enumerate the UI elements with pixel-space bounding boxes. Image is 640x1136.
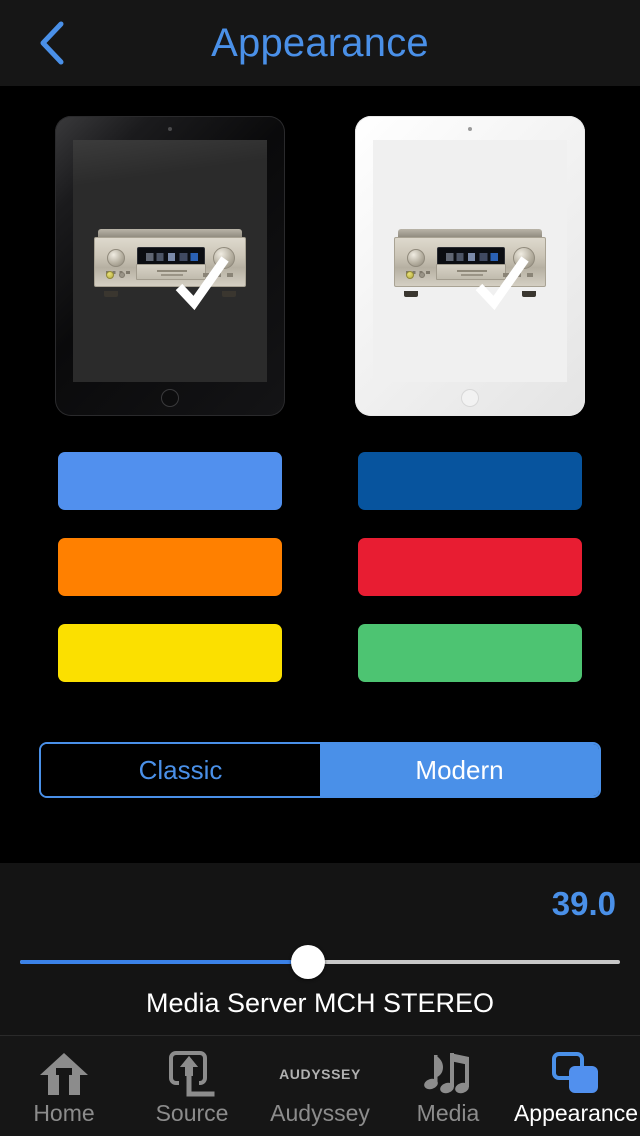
- music-notes-icon: [421, 1047, 475, 1101]
- volume-value: 39.0: [551, 885, 616, 922]
- chevron-left-icon: [37, 20, 67, 66]
- tab-bar: Home Source AUDYSSEY Audyssey Media Appe…: [0, 1035, 640, 1136]
- segment-modern[interactable]: Modern: [320, 744, 599, 796]
- tab-label-media: Media: [416, 1100, 480, 1126]
- color-swatch-yellow[interactable]: [58, 624, 282, 682]
- screen-glare: [73, 140, 267, 188]
- appearance-content: Classic Modern: [0, 86, 640, 862]
- style-segmented-control[interactable]: Classic Modern: [39, 742, 601, 798]
- home-button-icon: [161, 389, 179, 407]
- back-button[interactable]: [20, 0, 84, 86]
- receiver-illustration-light: [394, 229, 546, 310]
- source-status-label: Media Server MCH STEREO: [145, 988, 495, 1018]
- navigation-bar: Appearance: [0, 0, 640, 86]
- segment-classic[interactable]: Classic: [41, 744, 320, 796]
- color-swatch-green[interactable]: [358, 624, 582, 682]
- theme-option-light[interactable]: [355, 116, 585, 416]
- volume-thumb[interactable]: [291, 945, 325, 979]
- color-swatch-row: [0, 538, 640, 596]
- color-swatch-light-blue[interactable]: [58, 452, 282, 510]
- color-swatch-row: [0, 624, 640, 682]
- tab-media[interactable]: Media: [384, 1036, 512, 1136]
- theme-option-dark[interactable]: [55, 116, 285, 416]
- appearance-squares-icon: [550, 1047, 602, 1101]
- tab-label-home: Home: [33, 1100, 95, 1126]
- tablet-dark-screen: [73, 140, 267, 382]
- camera-dot-icon: [468, 127, 472, 131]
- tab-home[interactable]: Home: [0, 1036, 128, 1136]
- tab-appearance[interactable]: Appearance: [512, 1036, 640, 1136]
- tab-source[interactable]: Source: [128, 1036, 256, 1136]
- page-title: Appearance: [211, 20, 429, 65]
- theme-preview-group: [0, 116, 640, 426]
- tab-audyssey[interactable]: AUDYSSEY Audyssey: [256, 1036, 384, 1136]
- camera-dot-icon: [168, 127, 172, 131]
- color-swatch-row: [0, 452, 640, 510]
- volume-slider[interactable]: [20, 945, 620, 979]
- volume-fill: [20, 960, 308, 964]
- checkmark-icon-light: [473, 255, 533, 315]
- tablet-light-screen: [373, 140, 567, 382]
- tab-label-audyssey: Audyssey: [270, 1100, 370, 1126]
- home-icon: [38, 1047, 90, 1101]
- color-swatch-red[interactable]: [358, 538, 582, 596]
- airplay-source-icon: [167, 1047, 217, 1101]
- volume-panel: 39.0 Media Server MCH STEREO: [0, 862, 640, 1035]
- home-button-icon: [461, 389, 479, 407]
- audyssey-logo-text: AUDYSSEY: [279, 1066, 361, 1082]
- tab-label-source: Source: [155, 1100, 229, 1126]
- color-swatch-dark-blue[interactable]: [358, 452, 582, 510]
- tab-label-appearance: Appearance: [513, 1100, 639, 1126]
- audyssey-logo-icon: AUDYSSEY: [279, 1047, 361, 1101]
- receiver-illustration-dark: [94, 229, 246, 310]
- color-swatch-grid: [0, 452, 640, 710]
- checkmark-icon-dark: [173, 255, 233, 315]
- app-root: Appearance Classic Modern 39.0 Media Ser…: [0, 0, 640, 1136]
- color-swatch-orange[interactable]: [58, 538, 282, 596]
